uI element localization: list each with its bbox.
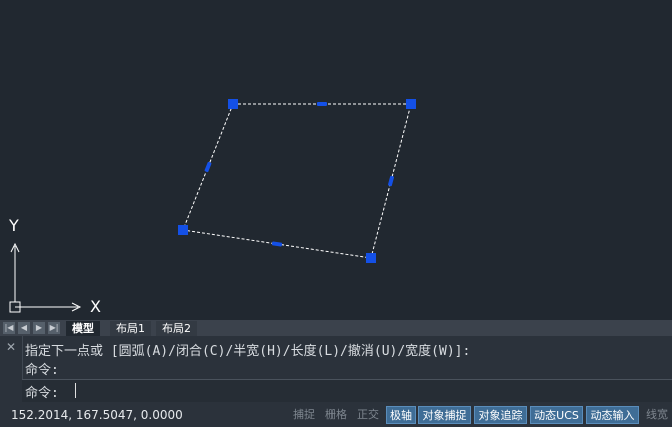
selected-polyline[interactable] [182,103,412,259]
midpoint-grip[interactable] [204,161,212,173]
polar-toggle[interactable]: 极轴 [386,406,416,424]
command-history-line: 命令: [25,363,59,378]
close-icon[interactable]: ✕ [6,340,16,354]
midpoint-grip[interactable] [387,175,395,187]
command-history-line: 指定下一点或 [圆弧(A)/闭合(C)/半宽(H)/长度(L)/撤消(U)/宽度… [25,344,471,359]
vertex-grip[interactable] [406,99,416,109]
grid-toggle[interactable]: 栅格 [321,406,351,424]
status-bar: 152.2014, 167.5047, 0.0000 捕捉 栅格 正交 极轴 对… [0,402,672,427]
snap-toggle[interactable]: 捕捉 [289,406,319,424]
text-caret [75,383,76,398]
vertex-grip[interactable] [178,225,188,235]
drawing-canvas[interactable]: Y X [0,0,672,320]
ucs-icon [9,242,82,313]
layout-tab-bar: |◀ ◀ ▶ ▶| 模型 布局1 布局2 [0,320,672,336]
vertex-grip[interactable] [366,253,376,263]
midpoint-grip[interactable] [271,241,283,247]
tab-layout2[interactable]: 布局2 [156,321,197,336]
tab-layout1[interactable]: 布局1 [110,321,151,336]
next-tab-icon[interactable]: ▶ [33,322,45,334]
last-tab-icon[interactable]: ▶| [48,322,60,334]
vertex-grip[interactable] [228,99,238,109]
prev-tab-icon[interactable]: ◀ [18,322,30,334]
dyn-toggle[interactable]: 动态输入 [586,406,639,424]
coordinate-readout: 152.2014, 167.5047, 0.0000 [11,408,183,422]
tab-model[interactable]: 模型 [66,321,100,336]
midpoint-grip[interactable] [317,102,327,106]
command-prompt: 命令: [25,386,59,401]
command-window: ✕ 指定下一点或 [圆弧(A)/闭合(C)/半宽(H)/长度(L)/撤消(U)/… [0,336,672,402]
otrack-toggle[interactable]: 对象追踪 [474,406,527,424]
drawing-svg[interactable] [0,0,672,320]
command-input[interactable]: 命令: [22,379,672,402]
osnap-toggle[interactable]: 对象捕捉 [418,406,471,424]
ucs-y-label: Y [9,216,19,235]
ortho-toggle[interactable]: 正交 [353,406,383,424]
ducs-toggle[interactable]: 动态UCS [530,406,583,424]
ucs-x-label: X [90,297,101,316]
lineweight-toggle[interactable]: 线宽 [642,406,672,424]
first-tab-icon[interactable]: |◀ [3,322,15,334]
